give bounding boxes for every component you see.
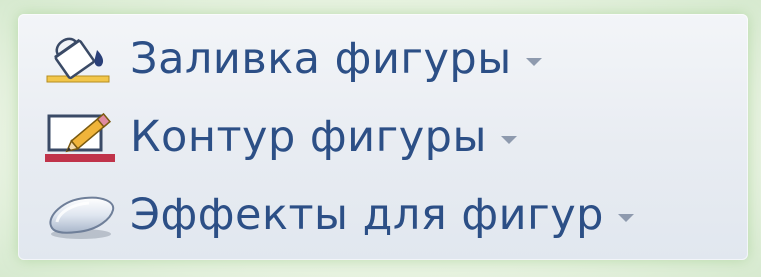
shape-effects-icon: [38, 184, 124, 246]
fill-bucket-icon: [38, 28, 124, 90]
pencil-outline-icon: [38, 106, 124, 168]
chevron-down-icon[interactable]: [617, 214, 634, 222]
shape-effects-button[interactable]: Эффекты для фигур: [38, 184, 634, 246]
shape-outline-button[interactable]: Контур фигуры: [38, 106, 517, 168]
shape-fill-label: Заливка фигуры: [130, 33, 512, 84]
chevron-down-icon[interactable]: [525, 58, 542, 66]
chevron-down-icon[interactable]: [500, 136, 517, 144]
shape-styles-panel: Заливка фигуры Контур фигуры Эффекты для…: [18, 14, 748, 260]
shape-fill-button[interactable]: Заливка фигуры: [38, 28, 542, 90]
shape-effects-label: Эффекты для фигур: [130, 189, 604, 240]
shape-outline-label: Контур фигуры: [130, 111, 487, 162]
